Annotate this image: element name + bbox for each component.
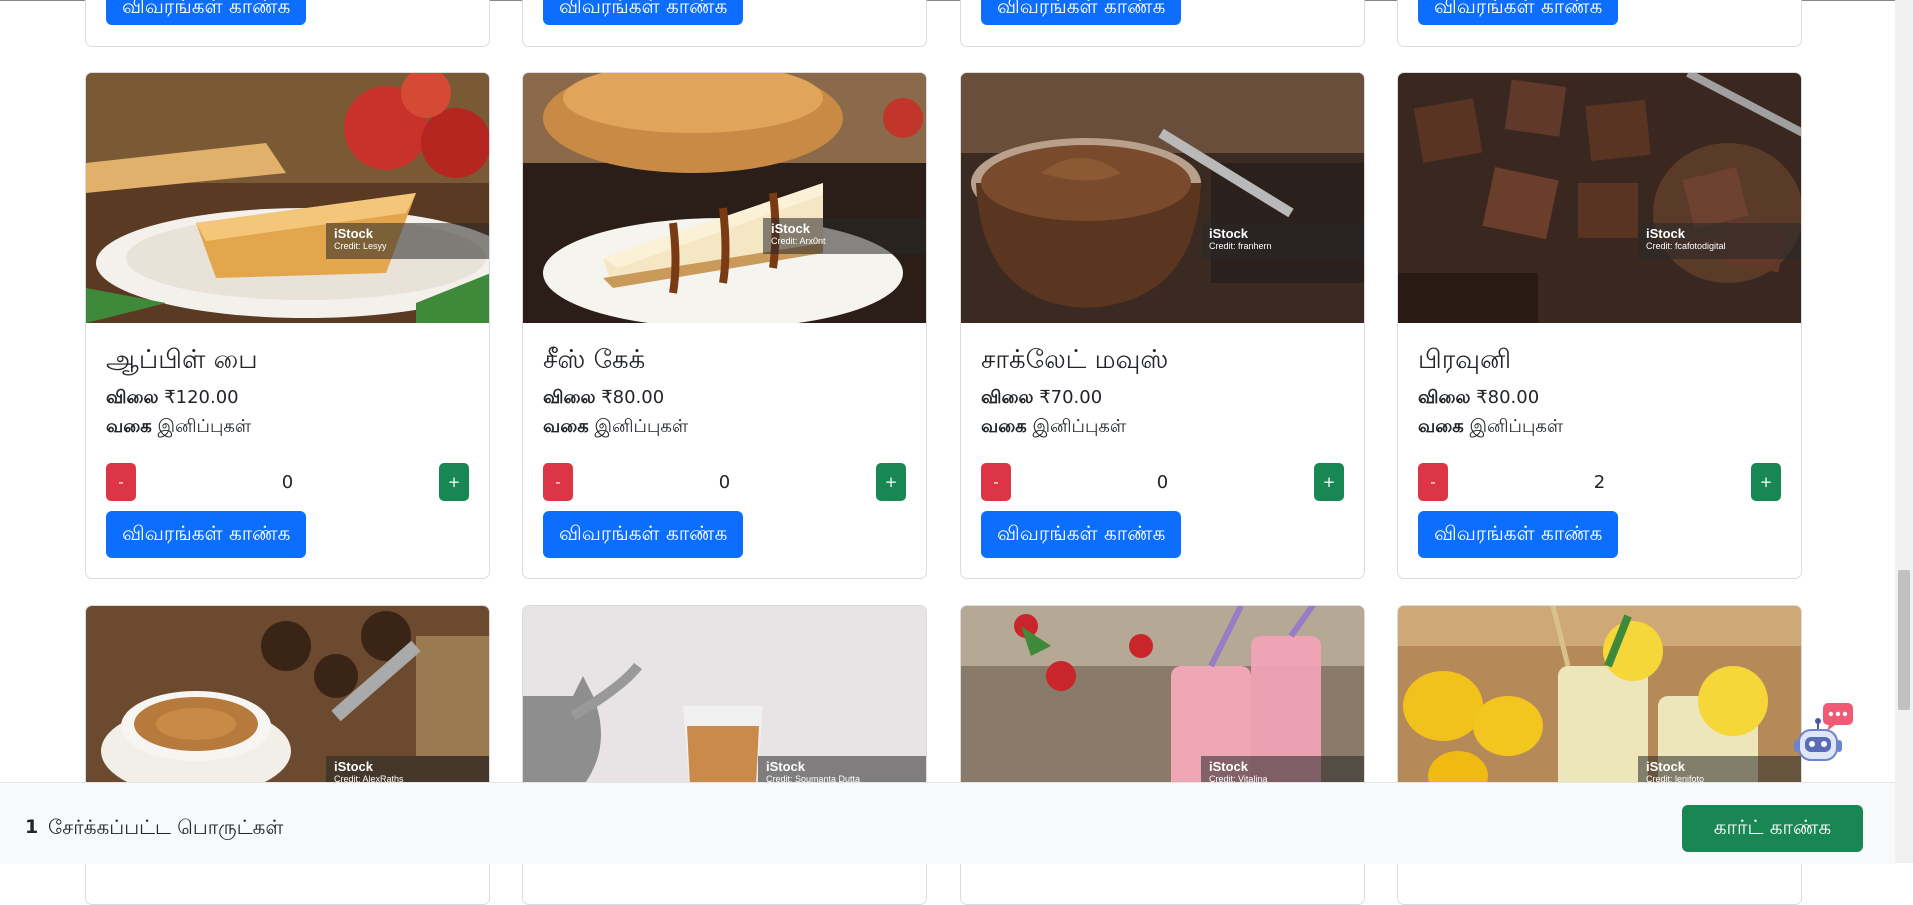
product-card-partial: விவரங்கள் காண்க (85, 0, 490, 47)
quantity-value: 0 (1156, 472, 1169, 493)
quantity-value: 0 (281, 472, 294, 493)
scrollbar-thumb[interactable] (1898, 570, 1910, 710)
stock-watermark: iStock Credit: franhern (1201, 223, 1364, 259)
quantity-stepper: - 0 + (981, 463, 1344, 501)
quantity-value: 2 (1593, 472, 1606, 493)
view-details-button[interactable]: விவரங்கள் காண்க (106, 511, 307, 558)
quantity-stepper: - 2 + (1418, 463, 1781, 501)
product-price: விலை ₹70.00 (981, 387, 1103, 408)
stock-watermark: iStock Credit: Arx0nt (763, 218, 926, 254)
product-price: விலை ₹80.00 (543, 387, 665, 408)
product-card-partial: விவரங்கள் காண்க (1397, 0, 1802, 47)
product-card: iStock Credit: fcafotodigital பிரவுனி வி… (1397, 72, 1802, 579)
view-details-button[interactable]: விவரங்கள் காண்க (981, 0, 1182, 25)
page-scrollbar[interactable] (1895, 0, 1913, 863)
product-card: iStock Credit: Arx0nt சீஸ் கேக் விலை ₹80… (522, 72, 927, 579)
cart-summary-bar: 1 சேர்க்கப்பட்ட பொருட்கள் கார்ட் காண்க (0, 782, 1895, 864)
view-details-button[interactable]: விவரங்கள் காண்க (981, 511, 1182, 558)
product-image-brownie: iStock Credit: fcafotodigital (1398, 73, 1801, 323)
product-category: வகை இனிப்புகள் (1418, 416, 1564, 437)
increase-button[interactable]: + (1314, 463, 1344, 501)
product-category: வகை இனிப்புகள் (981, 416, 1127, 437)
product-image-cheesecake: iStock Credit: Arx0nt (523, 73, 926, 323)
robot-chat-icon (1794, 703, 1853, 761)
product-card: iStock Credit: Lesyy ஆப்பிள் பை விலை ₹12… (85, 72, 490, 579)
product-image-chocolate-mousse: iStock Credit: franhern (961, 73, 1364, 323)
product-price: விலை ₹80.00 (1418, 387, 1540, 408)
quantity-stepper: - 0 + (106, 463, 469, 501)
quantity-stepper: - 0 + (543, 463, 906, 501)
quantity-value: 0 (718, 472, 731, 493)
stock-watermark: iStock Credit: fcafotodigital (1638, 223, 1801, 259)
product-name: சாக்லேட் மவுஸ் (981, 345, 1169, 375)
product-price: விலை ₹120.00 (106, 387, 239, 408)
cart-item-count: 1 (25, 816, 39, 838)
cart-item-label: சேர்க்கப்பட்ட பொருட்கள் (48, 815, 284, 839)
view-details-button[interactable]: விவரங்கள் காண்க (106, 0, 307, 25)
product-name: பிரவுனி (1418, 345, 1512, 375)
stock-watermark: iStock Credit: Lesyy (326, 223, 489, 259)
view-details-button[interactable]: விவரங்கள் காண்க (543, 511, 744, 558)
increase-button[interactable]: + (876, 463, 906, 501)
view-details-button[interactable]: விவரங்கள் காண்க (1418, 0, 1619, 25)
product-card-partial: விவரங்கள் காண்க (522, 0, 927, 47)
increase-button[interactable]: + (1751, 463, 1781, 501)
product-name: ஆப்பிள் பை (106, 345, 258, 375)
product-card-partial: விவரங்கள் காண்க (960, 0, 1365, 47)
chatbot-button[interactable] (1793, 700, 1853, 765)
view-cart-button[interactable]: கார்ட் காண்க (1682, 805, 1863, 852)
product-category: வகை இனிப்புகள் (106, 416, 252, 437)
product-name: சீஸ் கேக் (543, 345, 646, 375)
increase-button[interactable]: + (439, 463, 469, 501)
product-image-apple-pie: iStock Credit: Lesyy (86, 73, 489, 323)
product-category: வகை இனிப்புகள் (543, 416, 689, 437)
view-details-button[interactable]: விவரங்கள் காண்க (543, 0, 744, 25)
product-card: iStock Credit: franhern சாக்லேட் மவுஸ் வ… (960, 72, 1365, 579)
view-details-button[interactable]: விவரங்கள் காண்க (1418, 511, 1619, 558)
